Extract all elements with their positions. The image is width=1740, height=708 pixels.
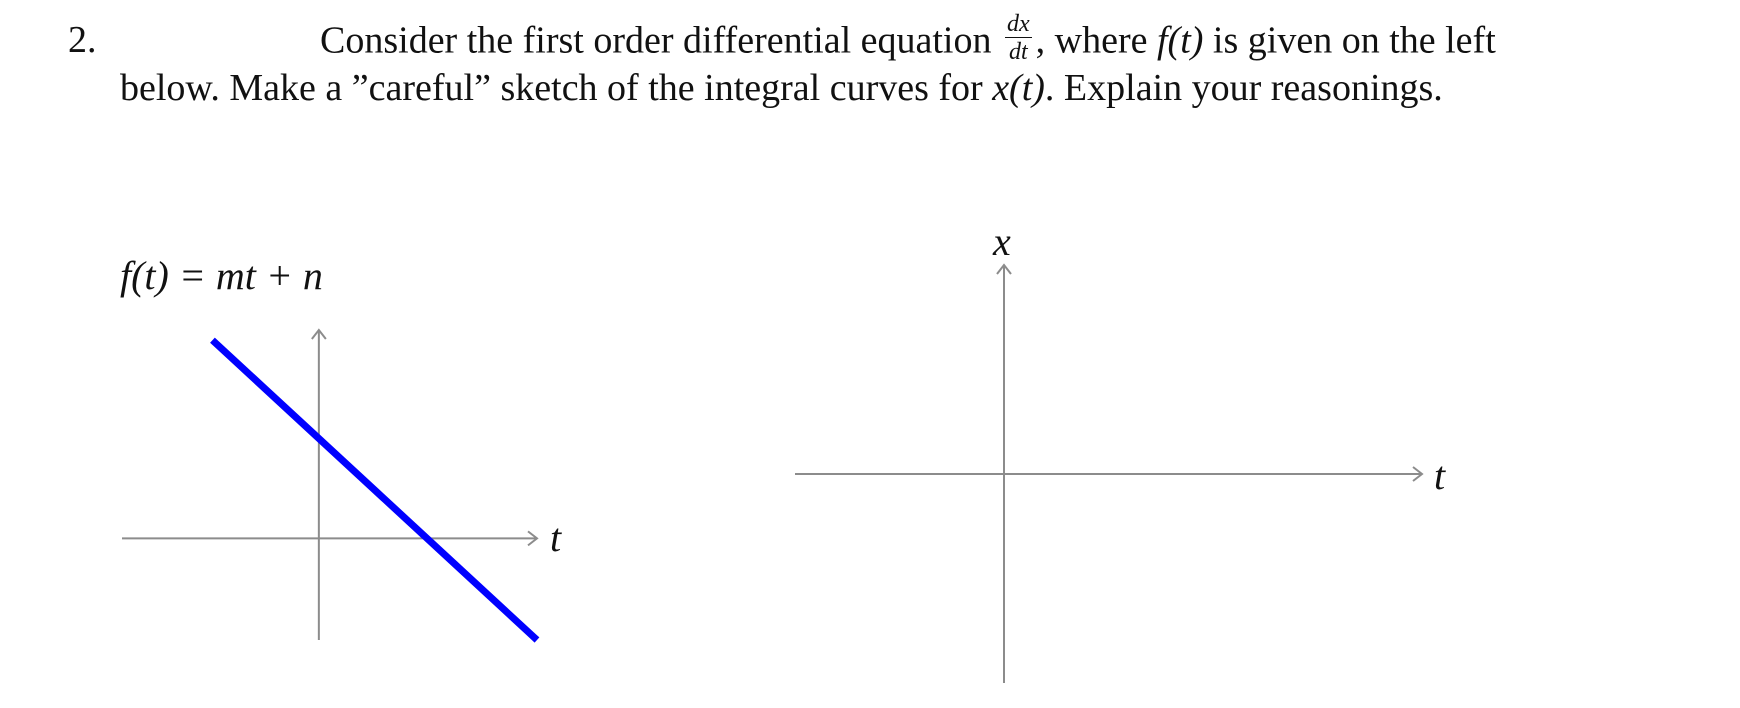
function-line-series-0 bbox=[210, 337, 540, 643]
figure-canvas bbox=[122, 263, 1424, 683]
left-plot bbox=[122, 328, 540, 643]
right-plot bbox=[795, 263, 1424, 683]
